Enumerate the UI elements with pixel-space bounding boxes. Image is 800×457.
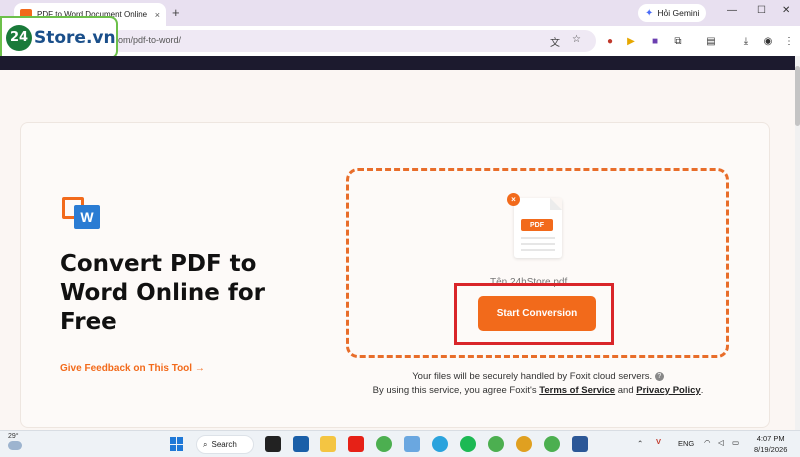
minimize-button[interactable]: —	[727, 5, 737, 16]
tray-overflow-icon[interactable]: ⌃	[637, 439, 643, 448]
gemini-label: Hỏi Gemini	[657, 8, 700, 18]
maximize-button[interactable]: ☐	[757, 5, 766, 16]
remove-file-button[interactable]: ×	[507, 193, 520, 206]
file-explorer-icon[interactable]	[320, 436, 336, 452]
extension-red-icon[interactable]: ●	[603, 34, 617, 48]
chrome-icon[interactable]	[376, 436, 392, 452]
gemini-sparkle-icon: ✦	[645, 7, 654, 19]
chrome-alt-icon[interactable]	[544, 436, 560, 452]
close-window-button[interactable]: ✕	[782, 5, 790, 16]
gemini-button[interactable]: ✦ Hỏi Gemini	[638, 4, 707, 22]
24store-watermark-logo: 24 Store.vn	[0, 16, 118, 59]
address-bar[interactable]: om/pdf-to-word/ ⽂ ☆	[110, 30, 596, 52]
info-icon[interactable]: ?	[654, 371, 664, 381]
terms-notice: By using this service, you agree Foxit's…	[372, 385, 704, 396]
windows-taskbar: 29° ⌕ Search ⌃ V ENG ◠ ◁ ▭ 4:07 PM 8/19/…	[0, 430, 800, 457]
spotify-icon[interactable]	[460, 436, 476, 452]
chrome-profile-icon[interactable]	[488, 436, 504, 452]
task-view-icon[interactable]	[265, 436, 281, 452]
terms-of-service-link[interactable]: Terms of Service	[539, 385, 615, 396]
tray-app-icon[interactable]: V	[656, 437, 661, 446]
clock-time: 4:07 PM	[756, 434, 785, 443]
url-text: om/pdf-to-word/	[118, 35, 182, 45]
tab-close-icon[interactable]: ×	[155, 10, 160, 20]
browser-menu-icon[interactable]: ⋮	[782, 34, 796, 48]
extensions-puzzle-icon[interactable]: ⧉	[671, 34, 685, 48]
search-icon: ⌕	[203, 439, 208, 449]
battery-icon[interactable]: ▭	[732, 438, 739, 447]
word-app-icon[interactable]	[572, 436, 588, 452]
language-indicator[interactable]: ENG	[678, 439, 694, 448]
bookmark-star-icon[interactable]: ☆	[572, 34, 581, 45]
new-tab-button[interactable]: +	[172, 5, 180, 20]
youtube-icon[interactable]	[348, 436, 364, 452]
download-icon[interactable]: ⤓	[739, 34, 753, 48]
wifi-icon[interactable]: ◠	[704, 438, 711, 447]
translate-icon[interactable]: ⽂	[550, 34, 560, 49]
volume-icon[interactable]: ◁	[718, 438, 724, 447]
logo-number: 24	[6, 24, 32, 51]
profile-avatar-icon[interactable]: ◉	[761, 34, 775, 48]
site-header-bar	[0, 56, 795, 70]
browser-toolbar: om/pdf-to-word/ ⽂ ☆ ● ▶ ■ ⧉ ▤ ⤓ ◉ ⋮	[0, 26, 800, 56]
telegram-icon[interactable]	[432, 436, 448, 452]
extension-purple-icon[interactable]: ■	[648, 34, 662, 48]
system-clock[interactable]: 4:07 PM 8/19/2026	[754, 433, 787, 455]
pdf-badge: PDF	[521, 219, 553, 231]
weather-cloud-icon[interactable]	[8, 441, 22, 450]
browser-tab-strip: PDF to Word Document Online × + ✦ Hỏi Ge…	[0, 0, 800, 26]
pdf-file-icon: PDF	[514, 198, 562, 258]
page-title: Convert PDF to Word Online for Free	[60, 251, 265, 335]
logo-text: Store.vn	[34, 27, 116, 48]
reading-list-icon[interactable]: ▤	[704, 34, 718, 48]
extension-yellow-icon[interactable]: ▶	[624, 34, 638, 48]
scrollbar-thumb[interactable]	[795, 66, 800, 126]
taskbar-search[interactable]: ⌕ Search	[196, 435, 254, 454]
taskbar-search-label: Search	[211, 440, 237, 449]
pdf-to-word-tool-icon: W	[62, 195, 102, 233]
windows-start-icon[interactable]	[170, 437, 184, 451]
secure-handling-note: Your files will be securely handled by F…	[0, 371, 800, 382]
clock-date: 8/19/2026	[754, 445, 788, 454]
weather-temperature[interactable]: 29°	[8, 433, 19, 440]
chrome-canary-icon[interactable]	[516, 436, 532, 452]
store-app-icon[interactable]	[293, 436, 309, 452]
start-conversion-button[interactable]: Start Conversion	[478, 296, 596, 331]
notepad-icon[interactable]	[404, 436, 420, 452]
privacy-policy-link[interactable]: Privacy Policy	[636, 385, 700, 396]
